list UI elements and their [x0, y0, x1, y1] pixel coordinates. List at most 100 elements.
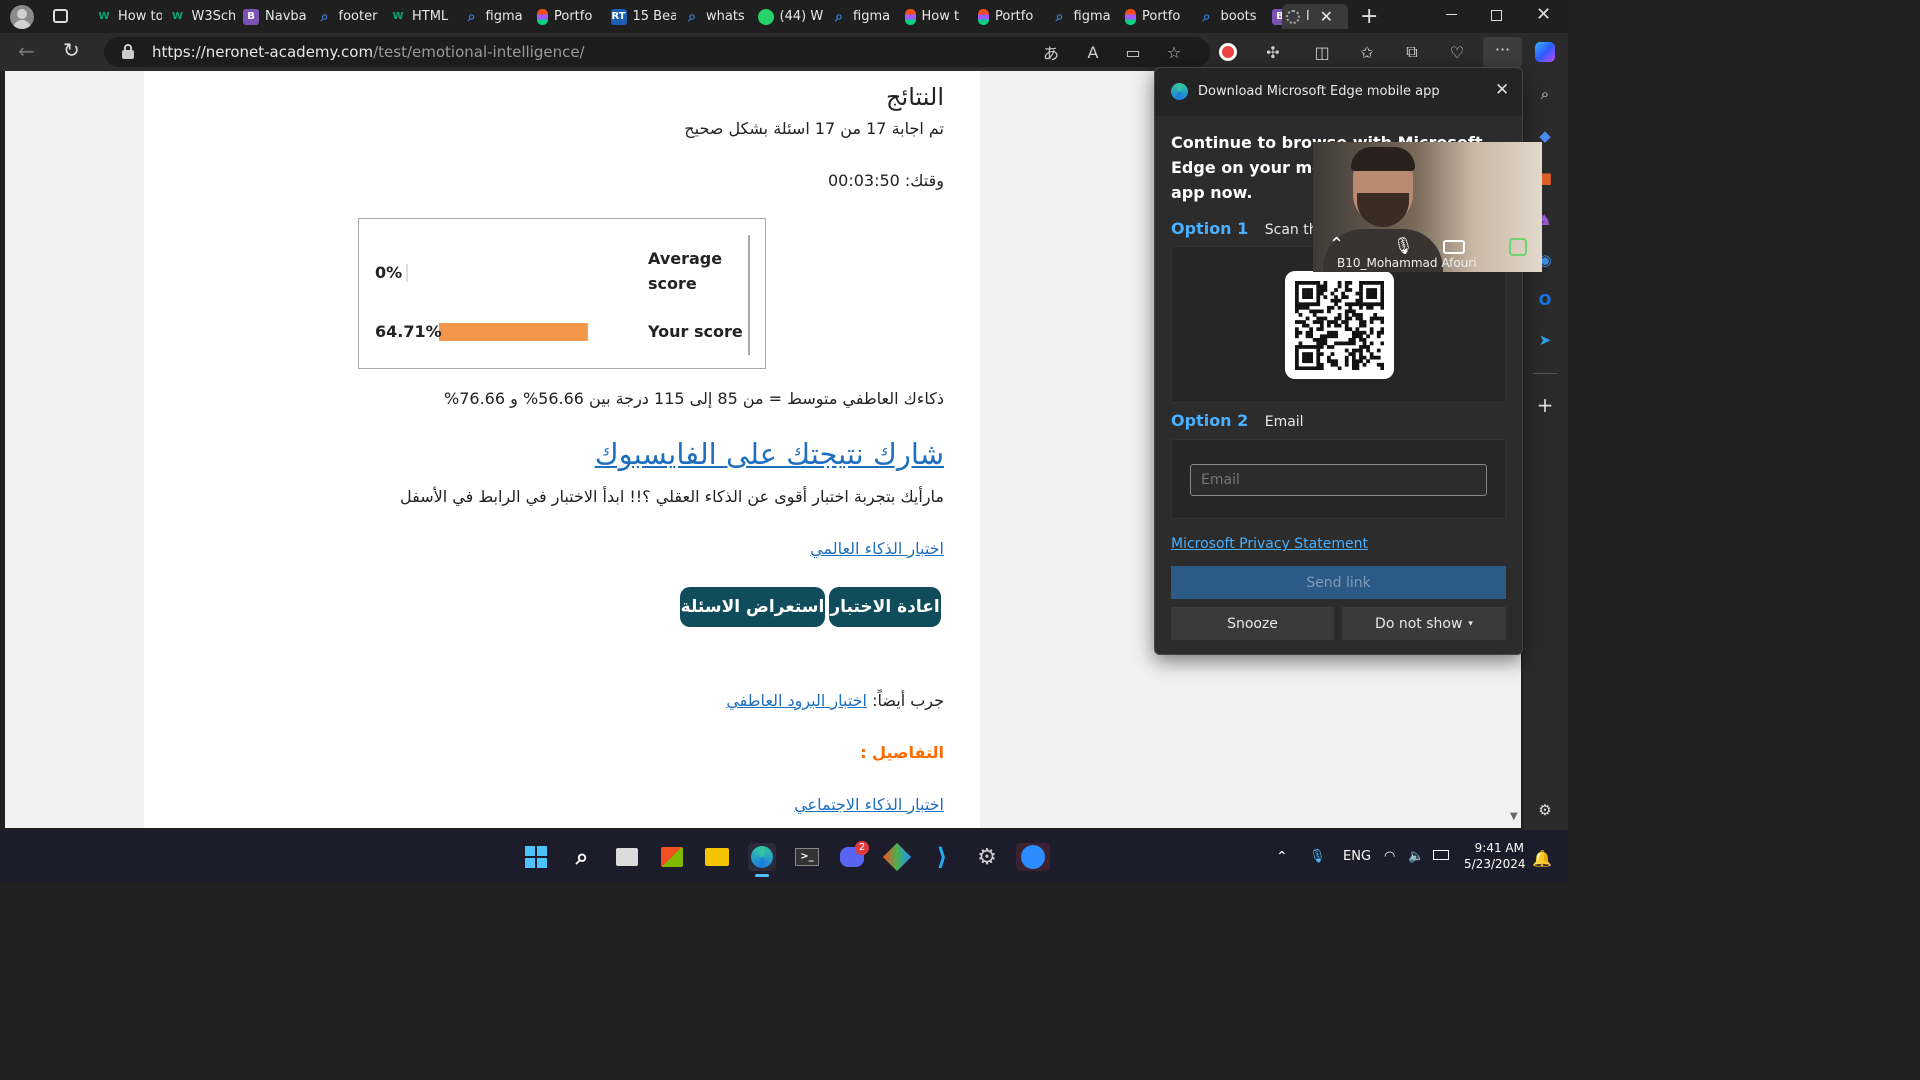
flyout-close-icon[interactable]: ✕	[1495, 80, 1509, 100]
do-not-show-button[interactable]: Do not show ▾	[1342, 607, 1506, 640]
figma-icon	[537, 8, 548, 25]
qr-module	[1323, 341, 1328, 346]
settings-gear-icon[interactable]: ⚙	[1534, 799, 1556, 821]
notifications-bell-icon[interactable]: 🔔	[1532, 849, 1552, 868]
task-view-icon[interactable]	[613, 843, 641, 871]
translate-icon[interactable]: あ	[1039, 40, 1063, 64]
qr-module	[1319, 323, 1324, 328]
qr-module	[1344, 295, 1349, 299]
extension-icon[interactable]	[1216, 40, 1240, 64]
social-intelligence-test-link[interactable]: اختبار الذكاء الاجتماعي	[794, 795, 944, 814]
clock-date[interactable]: 5/23/2024	[1464, 857, 1526, 871]
close-tab-icon[interactable]: ✕	[1320, 7, 1333, 26]
expand-icon[interactable]: ⌃	[1329, 234, 1344, 255]
tab-14[interactable]: Portfo	[1125, 4, 1191, 29]
favorites-icon[interactable]: ✩	[1355, 40, 1379, 64]
lock-icon[interactable]	[122, 44, 134, 59]
qr-module	[1344, 359, 1349, 364]
immersive-reader-icon[interactable]: ▭	[1121, 40, 1145, 64]
tab-actions-icon[interactable]	[53, 9, 68, 23]
tab-11[interactable]: How t	[904, 4, 971, 29]
tab-12[interactable]: Portfo	[978, 4, 1044, 29]
file-explorer-icon[interactable]	[703, 843, 731, 871]
global-intelligence-test-link[interactable]: اختبار الذكاء العالمي	[810, 539, 944, 558]
emotional-coldness-test-link[interactable]: اختبار البرود العاطفي	[726, 691, 867, 710]
tab-active-label: ا	[1306, 9, 1310, 24]
edge-taskbar-icon[interactable]	[748, 843, 776, 871]
new-tab-button[interactable]: +	[1360, 4, 1378, 29]
search-taskbar-icon[interactable]: ⌕	[568, 843, 596, 871]
tab-2[interactable]: B Navba	[243, 4, 309, 29]
qr-module	[1298, 281, 1303, 285]
input-language[interactable]: ENG	[1343, 849, 1371, 864]
try-also-label: جرب أيضاً:	[872, 691, 944, 710]
tab-active[interactable]: ا ✕	[1282, 4, 1348, 29]
back-icon[interactable]: ←	[18, 39, 35, 63]
tab-9[interactable]: (44) W	[757, 4, 823, 29]
favorite-star-icon[interactable]: ☆	[1162, 40, 1186, 64]
send-link-button[interactable]: Send link	[1171, 566, 1506, 599]
collections-icon[interactable]: ⧉	[1400, 40, 1424, 64]
mute-mic-icon[interactable]: 🎙	[1393, 236, 1413, 255]
restore-button[interactable]	[1491, 10, 1502, 21]
settings-more-icon[interactable]: ···	[1483, 37, 1522, 68]
share-icon[interactable]	[1509, 238, 1527, 256]
git-icon[interactable]	[882, 842, 912, 872]
wifi-icon[interactable]: ◠	[1384, 849, 1395, 864]
zoom-icon[interactable]	[1016, 843, 1050, 871]
tab-4[interactable]: W HTML	[390, 4, 456, 29]
profile-avatar[interactable]	[10, 5, 34, 29]
terminal-icon[interactable]: >_	[793, 843, 821, 871]
start-icon[interactable]	[522, 843, 550, 871]
share-facebook-link[interactable]: شارك نتيجتك على الفايسبوك	[595, 437, 944, 471]
clock-time[interactable]: 9:41 AM	[1473, 841, 1524, 855]
tab-8[interactable]: ⌕ whats	[684, 4, 750, 29]
refresh-icon[interactable]: ↻	[63, 38, 80, 62]
search-icon[interactable]: ⌕	[1534, 83, 1556, 105]
copilot-icon[interactable]	[1533, 40, 1557, 64]
qr-module	[1351, 341, 1356, 346]
microphone-icon[interactable]: 🎙	[1309, 849, 1326, 864]
qr-module	[1376, 281, 1381, 285]
snooze-button[interactable]: Snooze	[1171, 607, 1334, 640]
add-icon[interactable]: +	[1534, 393, 1556, 417]
flyout-title: Download Microsoft Edge mobile app	[1198, 84, 1440, 99]
minimize-button[interactable]	[1446, 14, 1457, 15]
retake-test-button[interactable]: اعادة الاختبار	[829, 587, 941, 627]
qr-module	[1295, 330, 1299, 335]
battery-icon[interactable]	[1433, 849, 1449, 864]
tab-13[interactable]: ⌕ figma	[1052, 4, 1118, 29]
settings-taskbar-icon[interactable]: ⚙	[973, 843, 1001, 871]
browser-essentials-icon[interactable]: ♡	[1445, 40, 1469, 64]
tab-0[interactable]: W How to	[96, 4, 161, 29]
split-screen-icon[interactable]: ◫	[1310, 40, 1334, 64]
scroll-down-arrow[interactable]: ▼	[1510, 811, 1518, 822]
qr-module	[1327, 309, 1331, 314]
qr-module	[1302, 281, 1306, 285]
close-window-button[interactable]: ✕	[1536, 4, 1551, 25]
volume-icon[interactable]: 🔈	[1408, 849, 1424, 864]
tab-15[interactable]: ⌕ boots	[1199, 4, 1265, 29]
qr-module	[1359, 334, 1363, 339]
review-questions-button[interactable]: استعراض الاسئلة	[680, 587, 825, 627]
tab-3[interactable]: ⌕ footer	[317, 4, 383, 29]
privacy-statement-link[interactable]: Microsoft Privacy Statement	[1171, 536, 1368, 552]
tray-chevron-icon[interactable]: ⌃	[1276, 849, 1288, 865]
outlook-icon[interactable]: O	[1534, 289, 1556, 311]
qr-module	[1355, 362, 1360, 367]
tab-7[interactable]: RT 15 Bea	[610, 4, 676, 29]
extensions-puzzle-icon[interactable]: ✣	[1261, 40, 1285, 64]
tab-5[interactable]: ⌕ figma	[464, 4, 530, 29]
video-call-overlay[interactable]: ⌃ 🎙 B10_Mohammad Afouri	[1313, 142, 1542, 272]
qr-module	[1309, 288, 1313, 292]
store-icon[interactable]	[658, 843, 686, 871]
camera-icon[interactable]	[1443, 240, 1465, 254]
tab-10[interactable]: ⌕ figma	[831, 4, 897, 29]
vscode-icon[interactable]: ⟩	[928, 843, 956, 871]
tab-6[interactable]: Portfo	[537, 4, 603, 29]
qr-module	[1316, 341, 1321, 346]
email-input[interactable]	[1190, 464, 1487, 496]
tab-1[interactable]: W W3Sch	[170, 4, 235, 29]
read-aloud-icon[interactable]: A	[1081, 40, 1105, 64]
telegram-icon[interactable]: ➤	[1534, 329, 1556, 351]
